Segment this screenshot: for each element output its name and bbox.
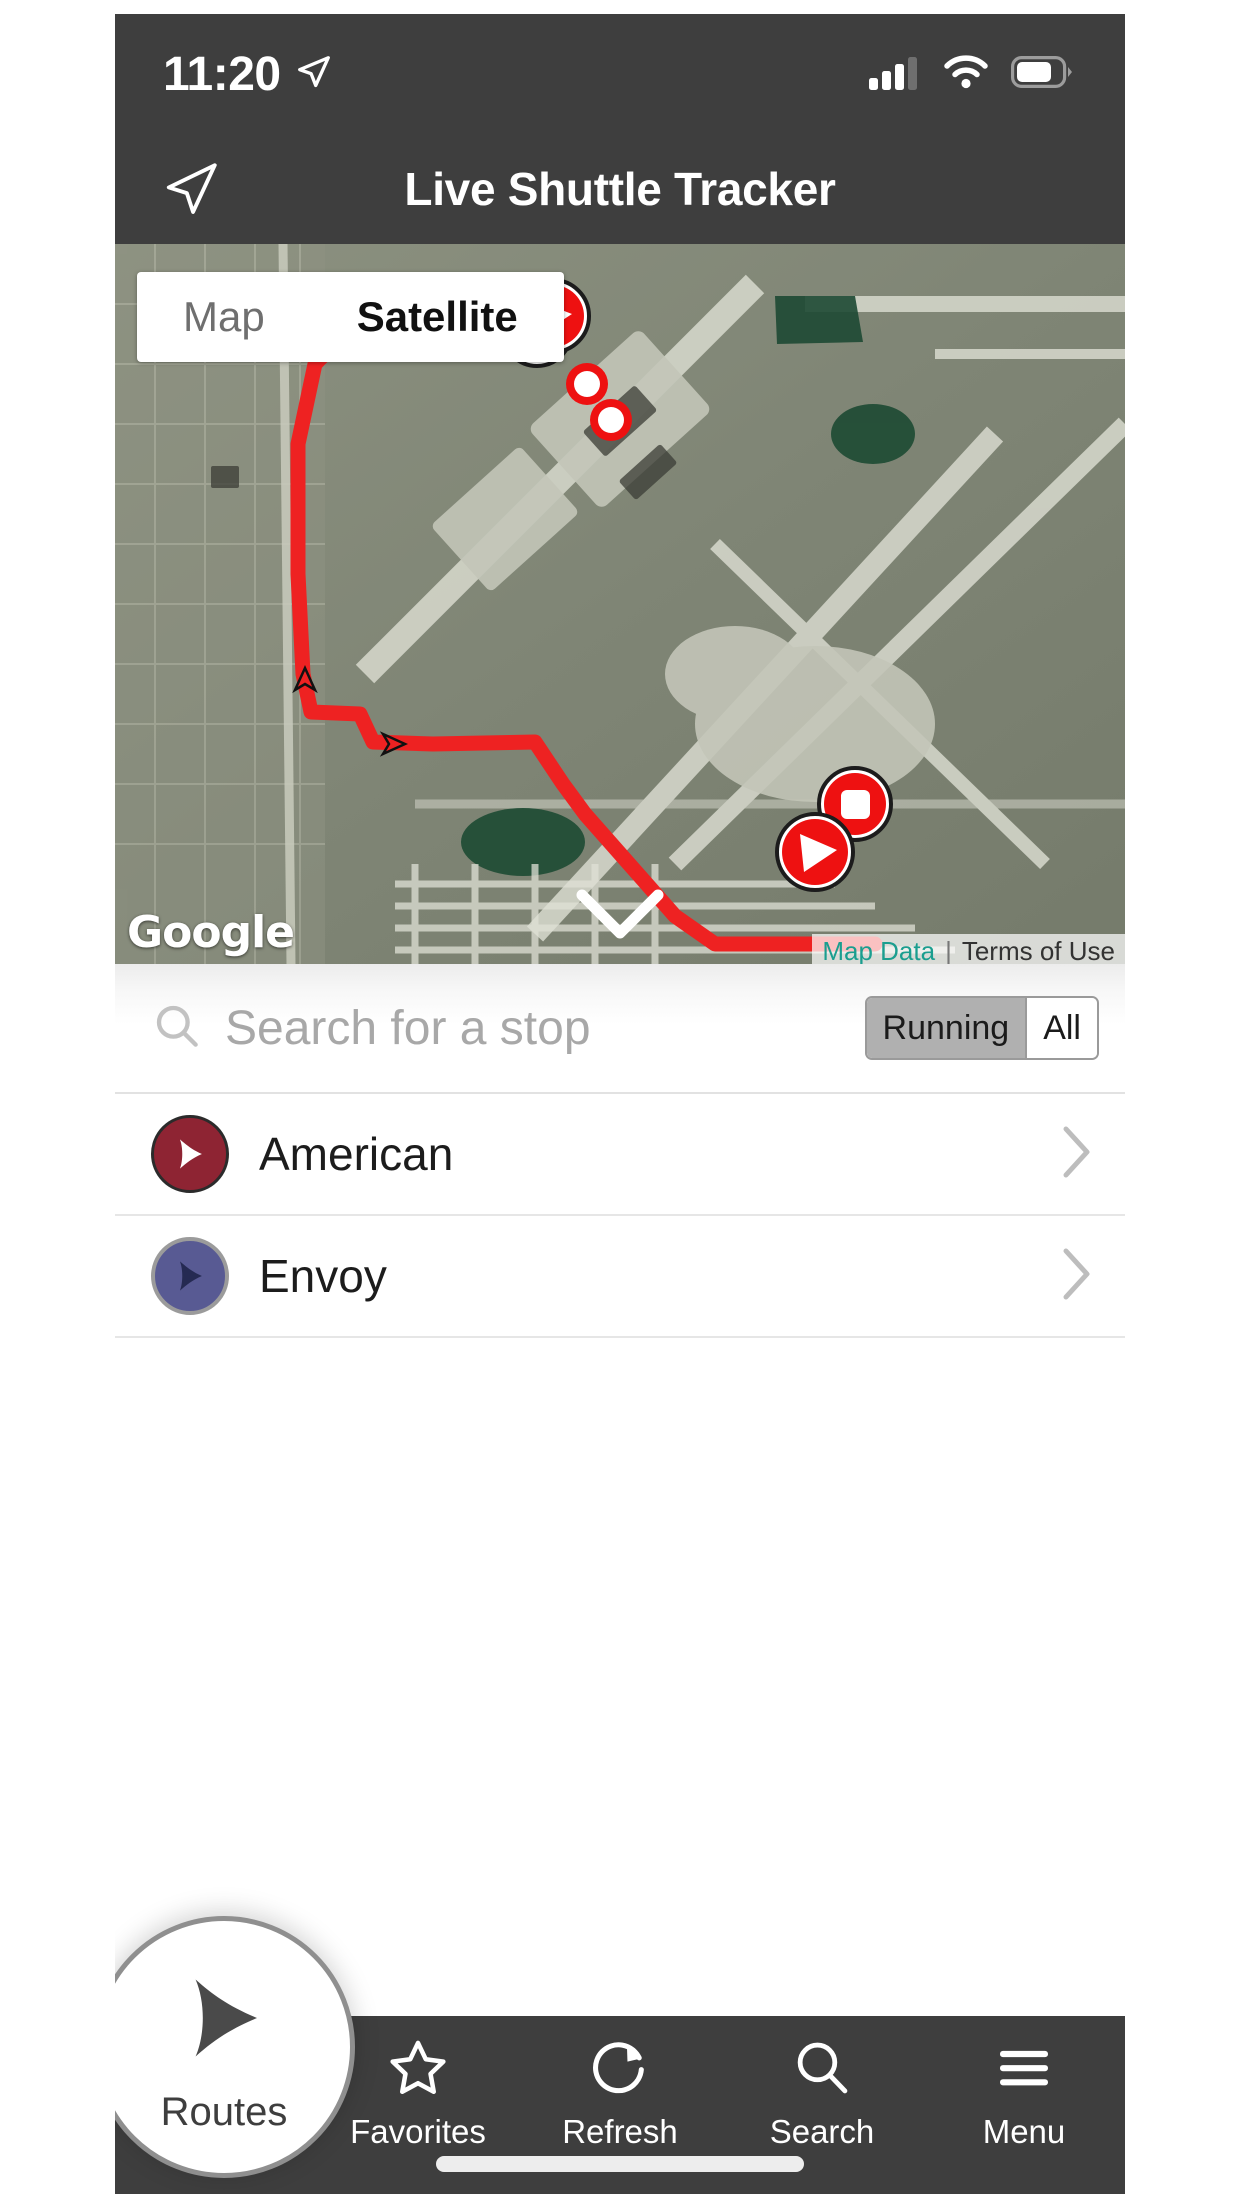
tab-search[interactable]: Search	[721, 2016, 923, 2156]
battery-icon	[1011, 55, 1073, 93]
chevron-right-icon[interactable]	[1059, 1124, 1095, 1185]
status-bar-time: 11:20	[163, 47, 281, 101]
tab-label: Refresh	[562, 2113, 678, 2150]
route-name: American	[259, 1128, 454, 1180]
tab-refresh[interactable]: Refresh	[519, 2016, 721, 2156]
google-logo: Google	[127, 907, 295, 958]
app-screen: 11:20 Live Shuttle Tracker Map Satellite…	[115, 14, 1125, 2194]
stop-marker-2[interactable]	[590, 399, 632, 441]
route-name: Envoy	[259, 1250, 387, 1302]
terms-of-use-link[interactable]: Terms of Use	[962, 936, 1115, 965]
shuttle-marker-moving-south[interactable]	[775, 812, 855, 892]
filter-option-all[interactable]: All	[1025, 998, 1097, 1058]
tab-menu[interactable]: Menu	[923, 2016, 1125, 2156]
tab-label: Search	[769, 2113, 875, 2150]
running-all-filter[interactable]: Running All	[864, 996, 1099, 1060]
route-badge-envoy	[151, 1237, 229, 1315]
search-row: Running All	[115, 964, 1125, 1094]
chevron-down-icon[interactable]	[574, 887, 666, 948]
attribution-separator: |	[945, 935, 952, 965]
stop-marker-1[interactable]	[566, 363, 608, 405]
search-input[interactable]	[225, 1000, 865, 1056]
map-type-map-option[interactable]: Map	[137, 272, 311, 362]
play-triangle-icon	[179, 1139, 202, 1169]
status-bar-right	[869, 54, 1073, 95]
search-icon	[151, 1000, 203, 1057]
map-type-toggle[interactable]: Map Satellite	[137, 272, 564, 362]
home-indicator	[436, 2156, 804, 2172]
route-badge-american	[151, 1115, 229, 1193]
map-view[interactable]: Map Satellite Google Map Data | Terms of…	[115, 244, 1125, 964]
map-attribution: Map Data | Terms of Use	[812, 934, 1125, 964]
play-triangle-icon	[179, 1261, 202, 1291]
navigation-bar: Live Shuttle Tracker	[115, 134, 1125, 244]
filter-option-running[interactable]: Running	[866, 998, 1026, 1058]
play-arrow-icon	[169, 1963, 279, 2078]
refresh-circular-arrow-icon	[588, 2036, 652, 2105]
tab-label: Routes	[160, 2089, 288, 2134]
star-outline-icon	[386, 2036, 450, 2105]
page-title: Live Shuttle Tracker	[404, 163, 836, 215]
map-data-link[interactable]: Map Data	[822, 936, 935, 965]
hamburger-menu-icon	[992, 2036, 1056, 2105]
list-item[interactable]: American	[115, 1094, 1125, 1216]
route-list: American Envoy	[115, 1094, 1125, 1338]
tab-label: Favorites	[350, 2113, 486, 2150]
list-item[interactable]: Envoy	[115, 1216, 1125, 1338]
status-bar-left: 11:20	[163, 47, 333, 102]
status-bar: 11:20	[115, 14, 1125, 134]
location-arrow-icon	[295, 53, 333, 96]
chevron-right-icon[interactable]	[1059, 1246, 1095, 1307]
wifi-icon	[943, 54, 989, 95]
search-icon	[790, 2036, 854, 2105]
navigation-arrow-icon[interactable]	[151, 149, 231, 229]
map-type-satellite-option[interactable]: Satellite	[311, 272, 564, 362]
tab-label: Menu	[982, 2113, 1066, 2150]
cellular-signal-icon	[869, 54, 921, 95]
